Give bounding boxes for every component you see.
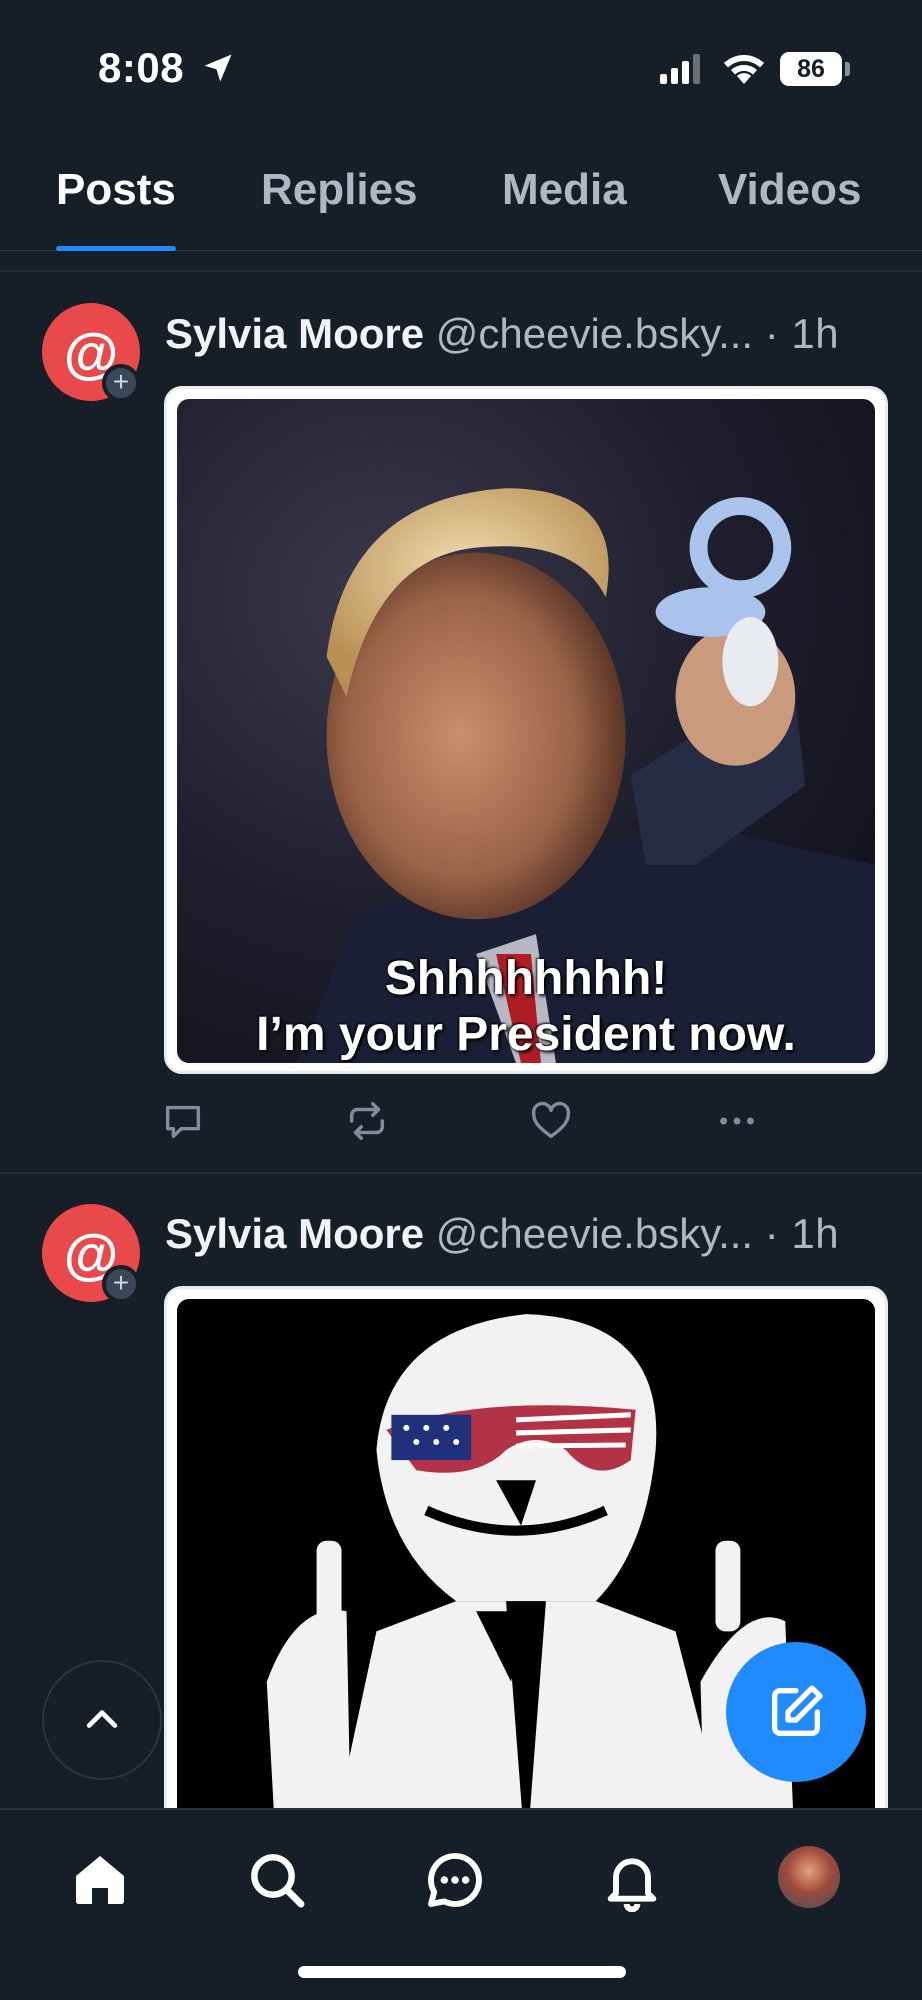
image-caption-line2: I’m your President now.: [256, 1008, 796, 1061]
reply-icon[interactable]: [160, 1098, 206, 1144]
post-image[interactable]: Shhhhhhhh! I’m your President now.: [164, 386, 888, 1074]
author-name[interactable]: Sylvia Moore: [165, 1210, 424, 1257]
author-handle[interactable]: @cheevie.bsky...: [436, 1210, 753, 1257]
tab-media[interactable]: Media: [502, 165, 627, 215]
image-caption-line1: Shhhhhhhh!: [384, 952, 668, 1005]
profile-avatar[interactable]: [778, 1846, 840, 1908]
profile-tabs: Posts Replies Media Videos: [0, 135, 922, 251]
status-time: 8:08: [98, 44, 185, 91]
author-name[interactable]: Sylvia Moore: [165, 310, 424, 357]
post-time: · 1h: [764, 310, 840, 357]
follow-plus-icon[interactable]: +: [102, 364, 140, 402]
post-photo: Shhhhhhhh! I’m your President now.: [177, 399, 875, 1063]
scroll-to-top-button[interactable]: [42, 1660, 162, 1780]
tab-videos[interactable]: Videos: [718, 165, 861, 215]
post-1[interactable]: @ + Sylvia Moore @cheevie.bsky... · 1h S…: [0, 272, 922, 1172]
wifi-icon: [724, 55, 764, 84]
tab-posts[interactable]: Posts: [56, 165, 176, 215]
follow-plus-icon[interactable]: +: [102, 1265, 140, 1303]
tab-replies[interactable]: Replies: [261, 165, 418, 215]
post-header: Sylvia Moore @cheevie.bsky... · 1h: [165, 310, 839, 358]
search-icon[interactable]: [245, 1848, 309, 1912]
status-bar: 8:08 86: [0, 0, 922, 135]
battery-indicator: 86: [780, 52, 842, 86]
post-header: Sylvia Moore @cheevie.bsky... · 1h: [165, 1210, 839, 1258]
cellular-signal-icon: [660, 54, 700, 84]
compose-button[interactable]: [726, 1642, 866, 1782]
compose-icon: [772, 1685, 823, 1736]
repost-icon[interactable]: [344, 1098, 390, 1144]
home-icon[interactable]: [68, 1848, 132, 1912]
location-arrow-icon: [204, 54, 232, 82]
active-tab-indicator: [56, 246, 176, 251]
chat-icon[interactable]: [423, 1848, 487, 1912]
author-handle[interactable]: @cheevie.bsky...: [436, 310, 753, 357]
more-icon[interactable]: [714, 1098, 760, 1144]
battery-cap: [845, 62, 850, 76]
home-indicator: [298, 1966, 626, 1978]
notifications-icon[interactable]: [600, 1848, 664, 1912]
post-actions: [0, 1098, 922, 1158]
post-time: · 1h: [764, 1210, 840, 1257]
like-icon[interactable]: [528, 1098, 574, 1144]
chevron-up-icon: [86, 1710, 118, 1728]
